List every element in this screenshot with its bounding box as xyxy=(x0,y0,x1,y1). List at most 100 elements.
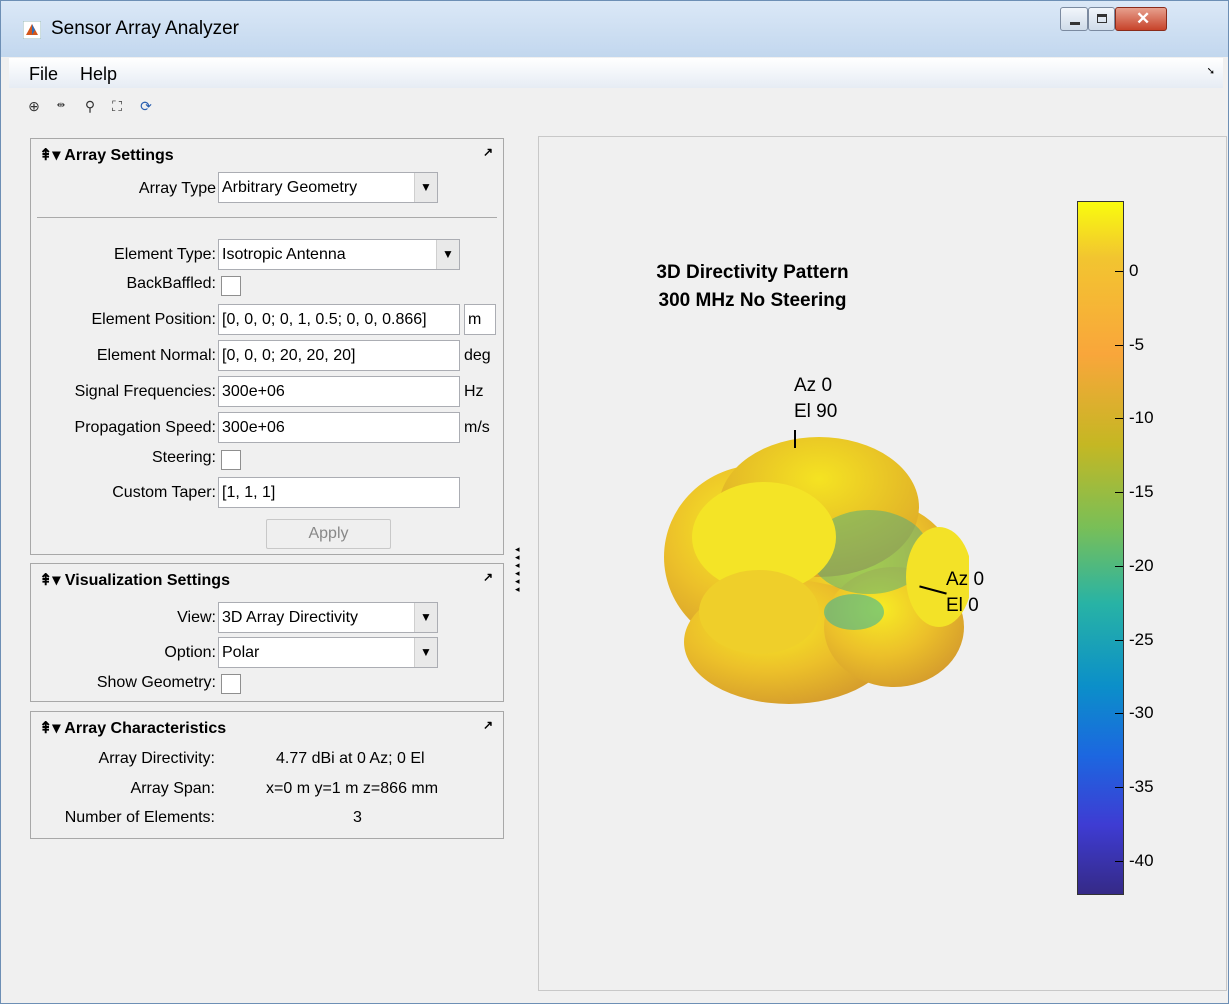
zoom-in-icon[interactable]: ⊕ xyxy=(25,97,43,115)
colorbar-tick: -25 xyxy=(1129,630,1154,649)
option-label: Option: xyxy=(164,644,216,661)
maximize-button[interactable] xyxy=(1088,7,1115,31)
view-dropdown[interactable]: 3D Array Directivity ▼ xyxy=(218,602,438,633)
apply-button[interactable]: Apply xyxy=(266,519,391,549)
signal-frequencies-unit: Hz xyxy=(464,383,484,400)
array-settings-panel: ⇞▾ Array Settings ↗ Array Type Arbitrary… xyxy=(30,138,504,555)
number-of-elements-label: Number of Elements: xyxy=(64,809,215,826)
show-geometry-label: Show Geometry: xyxy=(96,674,216,691)
maximize-icon xyxy=(1097,14,1107,23)
colorbar-tick: -5 xyxy=(1129,335,1145,354)
array-type-value: Arbitrary Geometry xyxy=(222,179,358,196)
colorbar-tick: -30 xyxy=(1129,703,1154,722)
chevron-down-icon: ▼ xyxy=(414,638,437,667)
colorbar-tick-mark xyxy=(1115,271,1123,272)
minimize-button[interactable] xyxy=(1060,7,1088,31)
colorbar-tick: -15 xyxy=(1129,482,1154,501)
signal-frequencies-field[interactable]: 300e+06 xyxy=(218,376,460,407)
option-dropdown[interactable]: Polar ▼ xyxy=(218,637,438,668)
element-normal-label: Element Normal: xyxy=(96,347,216,364)
divider xyxy=(37,217,497,218)
title-bar: Sensor Array Analyzer ✕ xyxy=(1,1,1228,57)
undock-icon[interactable]: ↗ xyxy=(483,570,493,584)
label-top-el: El 90 xyxy=(794,401,838,422)
propagation-speed-unit: m/s xyxy=(464,419,490,436)
undock-icon[interactable]: ↗ xyxy=(483,145,493,159)
element-position-label: Element Position: xyxy=(91,311,216,328)
array-characteristics-panel: ⇞▾ Array Characteristics ↗ Array Directi… xyxy=(30,711,504,839)
colorbar-tick: -10 xyxy=(1129,408,1154,427)
label-side-el: El 0 xyxy=(946,595,979,616)
close-icon: ✕ xyxy=(1136,9,1151,28)
steering-checkbox[interactable] xyxy=(221,450,241,470)
panel-header[interactable]: ⇞▾ Visualization Settings xyxy=(39,570,230,590)
matlab-logo-icon xyxy=(23,21,41,39)
label-top-az: Az 0 xyxy=(794,375,833,396)
minimize-icon xyxy=(1070,22,1080,25)
panel-header[interactable]: ⇞▾ Array Characteristics xyxy=(39,718,226,738)
pan-icon[interactable]: ⚲ xyxy=(81,97,99,115)
directivity-pattern-3d[interactable] xyxy=(649,417,969,707)
steering-label: Steering: xyxy=(151,449,216,466)
menu-file[interactable]: File xyxy=(29,64,58,85)
view-label: View: xyxy=(177,609,216,626)
window-title: Sensor Array Analyzer xyxy=(51,18,239,39)
panel-title: Array Characteristics xyxy=(64,720,227,737)
array-directivity-label: Array Directivity: xyxy=(98,750,215,767)
colorbar-tick-mark xyxy=(1115,345,1123,346)
colorbar-tick: -40 xyxy=(1129,851,1154,870)
panel-title: Visualization Settings xyxy=(64,572,230,589)
menu-help[interactable]: Help xyxy=(80,64,117,85)
element-normal-unit: deg xyxy=(464,347,491,364)
app-window: Sensor Array Analyzer ✕ File Help ➘ ⊕ ⇹ … xyxy=(0,0,1229,1004)
close-button[interactable]: ✕ xyxy=(1115,7,1167,31)
top-marker-line xyxy=(794,430,796,448)
undock-icon[interactable]: ↗ xyxy=(483,718,493,732)
backbaffled-checkbox[interactable] xyxy=(221,276,241,296)
splitter-handle-icon[interactable]: ◂ ◂ ◂ ◂ ◂ ◂ xyxy=(515,545,520,594)
zoom-extents-icon[interactable]: ⛶ xyxy=(108,97,126,115)
colorbar-tick: 0 xyxy=(1129,261,1139,280)
array-type-label: Array Type xyxy=(138,180,216,197)
custom-taper-label: Custom Taper: xyxy=(112,484,216,501)
number-of-elements-value: 3 xyxy=(353,809,362,826)
backbaffled-label: BackBaffled: xyxy=(126,275,216,292)
visualization-settings-panel: ⇞▾ Visualization Settings ↗ View: 3D Arr… xyxy=(30,563,504,702)
plot-title-line1: 3D Directivity Pattern xyxy=(656,262,849,283)
element-type-value: Isotropic Antenna xyxy=(222,246,346,263)
propagation-speed-field[interactable]: 300e+06 xyxy=(218,412,460,443)
array-span-value: x=0 m y=1 m z=866 mm xyxy=(266,780,439,797)
menu-bar: File Help ➘ xyxy=(9,58,1223,88)
zoom-out-icon[interactable]: ⇹ xyxy=(52,97,70,115)
colorbar xyxy=(1077,201,1124,895)
propagation-speed-label: Propagation Speed: xyxy=(74,419,216,436)
signal-frequencies-label: Signal Frequencies: xyxy=(74,383,216,400)
colorbar-tick: -35 xyxy=(1129,777,1154,796)
array-type-dropdown[interactable]: Arbitrary Geometry ▼ xyxy=(218,172,438,203)
plot-title-line2: 300 MHz No Steering xyxy=(658,290,847,311)
array-span-label: Array Span: xyxy=(130,780,215,797)
panel-header[interactable]: ⇞▾ Array Settings xyxy=(39,145,174,165)
collapse-icon[interactable]: ⇞▾ xyxy=(39,720,60,737)
custom-taper-field[interactable]: [1, 1, 1] xyxy=(218,477,460,508)
label-side-az: Az 0 xyxy=(946,569,985,590)
chevron-down-icon: ▼ xyxy=(414,603,437,632)
colorbar-tick-mark xyxy=(1115,566,1123,567)
show-geometry-checkbox[interactable] xyxy=(221,674,241,694)
colorbar-tick-mark xyxy=(1115,492,1123,493)
colorbar-tick-mark xyxy=(1115,861,1123,862)
view-value: 3D Array Directivity xyxy=(222,609,359,626)
colorbar-tick: -20 xyxy=(1129,556,1154,575)
rotate-icon[interactable]: ⟳ xyxy=(137,97,155,115)
chevron-down-icon: ▼ xyxy=(414,173,437,202)
collapse-icon[interactable]: ⇞▾ xyxy=(39,147,60,164)
array-directivity-value: 4.77 dBi at 0 Az; 0 El xyxy=(276,750,425,767)
colorbar-tick-mark xyxy=(1115,418,1123,419)
collapse-icon[interactable]: ⇞▾ xyxy=(39,572,60,589)
toolbar: ⊕ ⇹ ⚲ ⛶ ⟳ xyxy=(9,91,1223,121)
element-normal-field[interactable]: [0, 0, 0; 20, 20, 20] xyxy=(218,340,460,371)
colorbar-tick-mark xyxy=(1115,787,1123,788)
option-value: Polar xyxy=(222,644,260,661)
menu-overflow-icon[interactable]: ➘ xyxy=(1207,66,1215,77)
colorbar-tick-mark xyxy=(1115,640,1123,641)
